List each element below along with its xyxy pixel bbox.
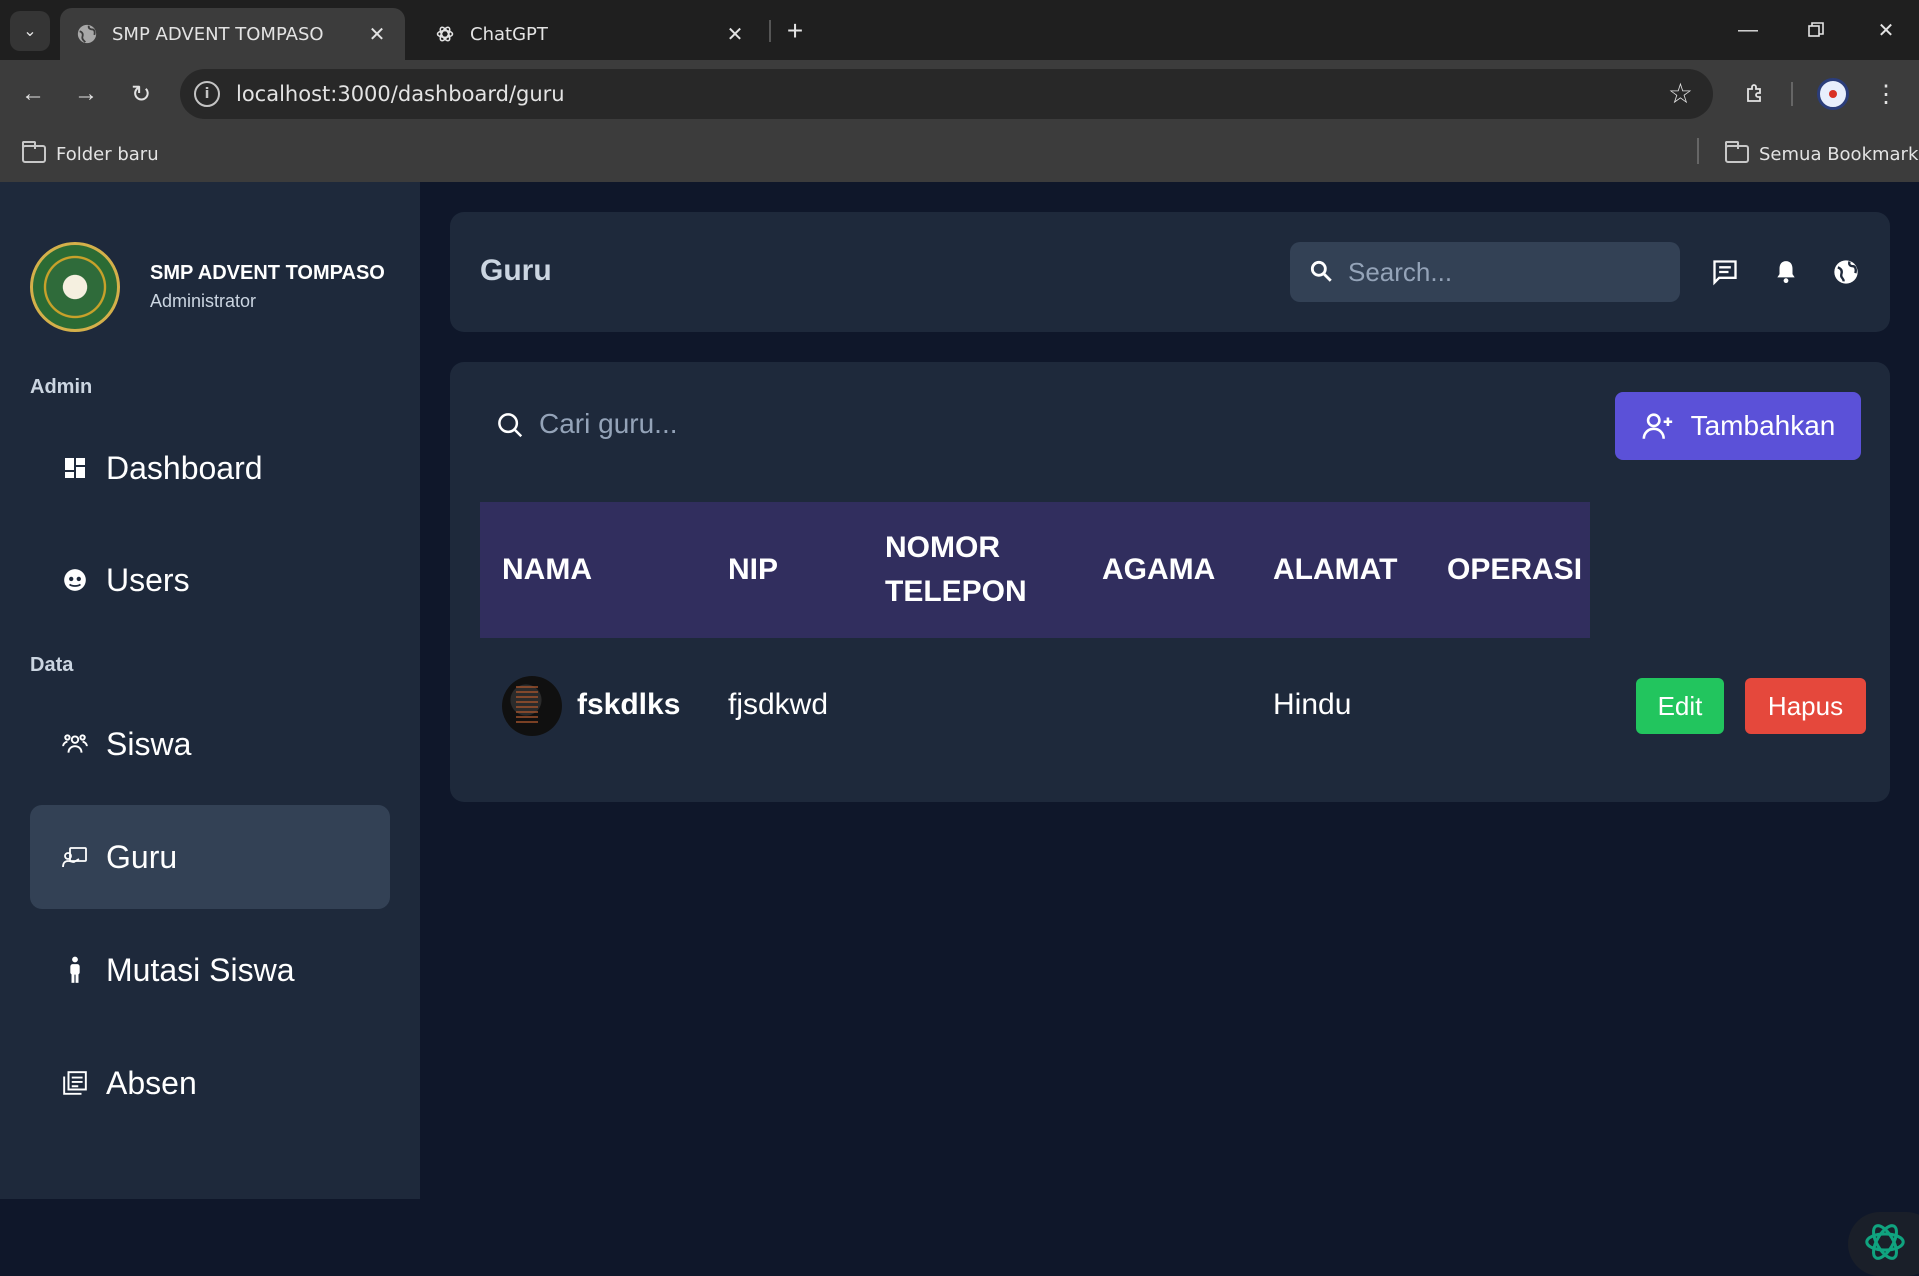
delete-button[interactable]: Hapus <box>1745 678 1866 734</box>
tab-title: ChatGPT <box>470 23 548 45</box>
section-label-admin: Admin <box>30 376 93 398</box>
column-header: NAMA <box>502 553 592 586</box>
notifications-bell-icon[interactable] <box>1771 257 1801 287</box>
tab-divider <box>769 20 771 42</box>
teacher-search[interactable] <box>495 392 1395 456</box>
teacher-table-card: Tambahkan NAMA NIP NOMOR TELEPON AGAMA A… <box>450 362 1890 802</box>
add-user-icon <box>1641 409 1675 443</box>
messages-icon[interactable] <box>1710 257 1740 287</box>
url-text[interactable]: localhost:3000/dashboard/guru <box>236 82 565 106</box>
all-bookmarks-folder[interactable]: Semua Bookmark <box>1725 138 1918 170</box>
bookmark-folder[interactable]: Folder baru <box>22 138 159 170</box>
globe-icon[interactable] <box>1831 257 1861 287</box>
chatgpt-floating-button[interactable] <box>1848 1212 1919 1276</box>
page-title: Guru <box>480 254 552 287</box>
edit-button[interactable]: Edit <box>1636 678 1724 734</box>
cell-alamat: Hindu <box>1273 688 1352 721</box>
sidebar-item-dashboard[interactable]: Dashboard <box>30 416 390 520</box>
reload-icon[interactable]: ↻ <box>121 74 161 114</box>
close-window-icon[interactable]: ✕ <box>1858 10 1914 50</box>
more-menu-icon[interactable]: ⋮ <box>1868 76 1904 112</box>
browser-tab[interactable]: ChatGPT ✕ <box>418 8 763 60</box>
column-header: AGAMA <box>1102 553 1216 586</box>
sidebar-item-guru[interactable]: Guru <box>30 805 390 909</box>
sidebar-item-label: Guru <box>106 838 178 875</box>
close-tab-icon[interactable]: ✕ <box>723 22 747 46</box>
search-icon <box>1308 258 1334 289</box>
sidebar-item-label: Mutasi Siswa <box>106 951 295 988</box>
brand-role: Administrator <box>150 291 257 311</box>
globe-icon <box>76 23 98 45</box>
dashboard-icon <box>62 455 88 481</box>
app-root: SMP ADVENT TOMPASO Administrator Admin D… <box>0 182 1919 1276</box>
teacher-icon <box>62 844 88 870</box>
back-arrow-icon[interactable]: ← <box>13 74 53 114</box>
folder-icon <box>22 141 46 163</box>
minimize-icon[interactable]: — <box>1720 10 1776 50</box>
extensions-puzzle-icon[interactable] <box>1737 76 1773 112</box>
all-bookmarks-label: Semua Bookmark <box>1759 143 1919 165</box>
close-tab-icon[interactable]: ✕ <box>365 22 389 46</box>
sidebar-item-label: Users <box>106 561 190 598</box>
school-logo <box>30 242 120 332</box>
cell-nip: fjsdkwd <box>728 688 829 721</box>
sidebar-item-label: Siswa <box>106 725 192 762</box>
sidebar-item-label: Absen <box>106 1064 197 1101</box>
students-icon <box>62 731 88 757</box>
folder-icon <box>1725 141 1749 163</box>
sidebar-item-label: Dashboard <box>106 449 263 486</box>
users-icon <box>62 567 88 593</box>
sidebar-item-siswa[interactable]: Siswa <box>30 692 390 796</box>
global-search-input[interactable] <box>1348 252 1668 292</box>
chatgpt-logo-icon <box>434 23 456 45</box>
teacher-search-input[interactable] <box>539 402 1339 446</box>
browser-tab-active[interactable]: SMP ADVENT TOMPASO ✕ <box>60 8 405 60</box>
sidebar-item-absen[interactable]: Absen <box>30 1031 390 1135</box>
attendance-icon <box>62 1070 88 1096</box>
bookmark-folder-label: Folder baru <box>56 143 159 165</box>
add-teacher-button[interactable]: Tambahkan <box>1615 392 1861 460</box>
search-icon <box>495 410 525 445</box>
forward-arrow-icon[interactable]: → <box>66 74 106 114</box>
toolbar-divider <box>1791 82 1793 106</box>
bookmark-star-icon[interactable]: ☆ <box>1668 77 1693 110</box>
brand-name: SMP ADVENT TOMPASO <box>150 262 385 284</box>
add-teacher-label: Tambahkan <box>1690 410 1836 441</box>
table-row: fskdlks fjsdkwd Hindu Edit Hapus <box>480 638 1890 774</box>
new-tab-plus-icon[interactable]: + <box>778 14 812 48</box>
tab-search-chevron-icon[interactable]: ⌄ <box>10 11 50 51</box>
column-header: NOMOR TELEPON <box>885 531 1027 608</box>
main-content: Guru Search... Cari guru... Tambahkan NA… <box>420 182 1919 1199</box>
chatgpt-logo-icon <box>1862 1219 1908 1270</box>
section-label-data: Data <box>30 654 74 676</box>
column-header: OPERASI <box>1447 553 1583 586</box>
restore-icon[interactable] <box>1788 10 1844 50</box>
browser-tabstrip: ⌄ SMP ADVENT TOMPASO ✕ ChatGPT ✕ + — ✕ <box>0 0 1919 60</box>
column-header: ALAMAT <box>1273 553 1398 586</box>
table-header: NAMA NIP NOMOR TELEPON AGAMA ALAMAT OPER… <box>480 502 1590 638</box>
bookmark-divider <box>1697 138 1699 164</box>
profile-avatar-icon[interactable] <box>1817 78 1849 110</box>
sidebar-item-mutasi-siswa[interactable]: Mutasi Siswa <box>30 918 390 1022</box>
site-info-icon[interactable]: i <box>194 81 220 107</box>
cell-nama: fskdlks <box>577 688 681 721</box>
sidebar-item-users[interactable]: Users <box>30 528 390 632</box>
person-icon <box>62 956 88 983</box>
column-header: NIP <box>728 553 779 586</box>
sidebar: SMP ADVENT TOMPASO Administrator Admin D… <box>0 182 420 1199</box>
page-header: Guru <box>450 212 1890 332</box>
address-bar[interactable]: i localhost:3000/dashboard/guru ☆ <box>180 69 1713 119</box>
global-search[interactable] <box>1290 242 1680 302</box>
tab-title: SMP ADVENT TOMPASO <box>112 23 324 45</box>
avatar <box>502 676 562 736</box>
